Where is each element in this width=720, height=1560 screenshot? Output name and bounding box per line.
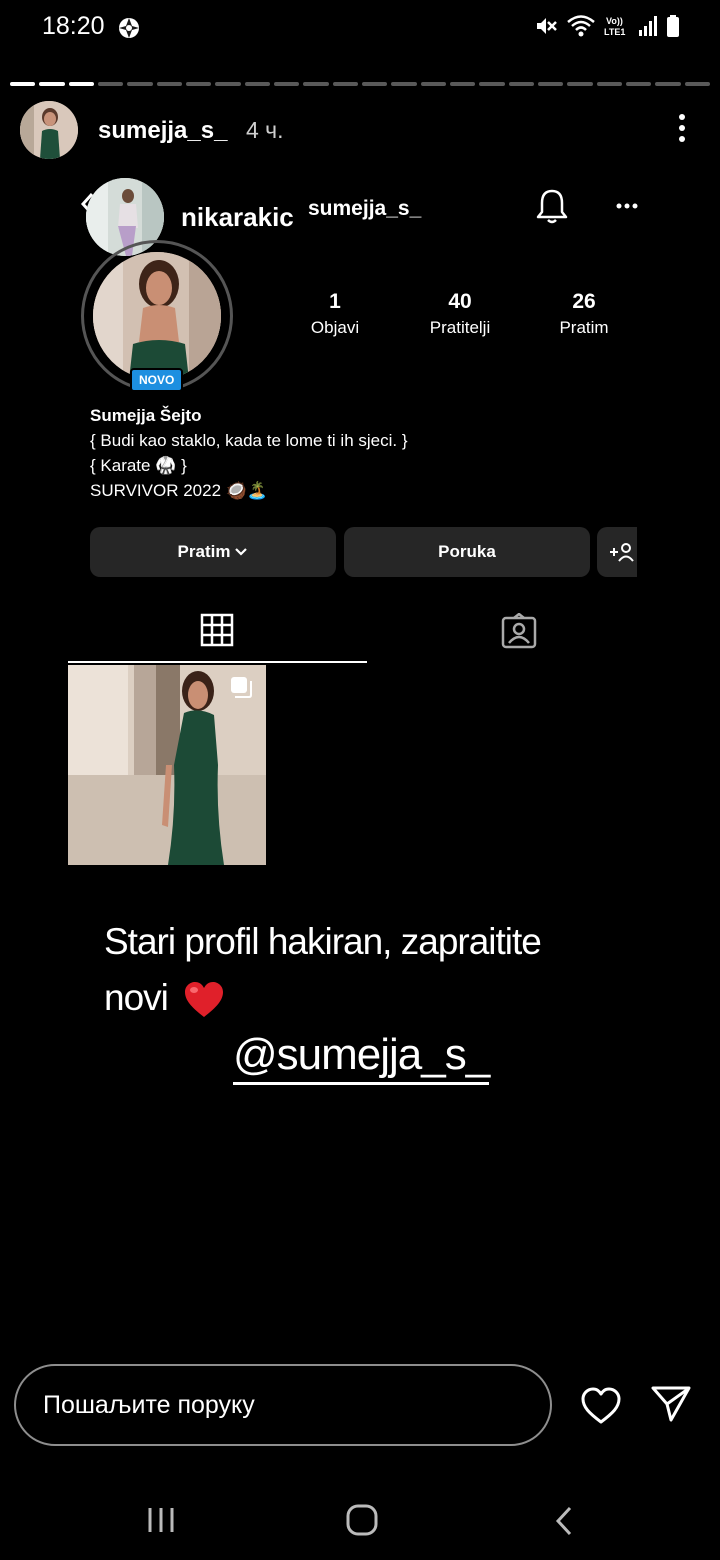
add-user-icon xyxy=(610,543,634,562)
stat-followers-value: 40 xyxy=(448,290,472,313)
progress-segment xyxy=(361,82,388,86)
progress-segment xyxy=(684,82,710,86)
progress-segment xyxy=(68,82,94,86)
story-avatar[interactable] xyxy=(20,101,78,159)
progress-segment xyxy=(156,82,182,86)
stat-posts-value: 1 xyxy=(329,290,341,313)
send-icon[interactable] xyxy=(651,1385,691,1423)
story-header: sumejja_s_ 4 ч. xyxy=(20,101,700,159)
signal-icon xyxy=(639,16,657,36)
story-time: 4 ч. xyxy=(246,117,284,143)
progress-segment xyxy=(479,82,505,86)
story-caption-line-2-wrap: novi xyxy=(104,970,584,1026)
stat-posts: 1 Objavi xyxy=(285,290,385,338)
volte-icon: Vo)) LTE1 xyxy=(604,16,625,37)
progress-segment xyxy=(10,82,36,86)
multiple-posts-icon xyxy=(231,677,252,698)
status-time: 18:20 xyxy=(42,12,105,40)
message-button-label: Poruka xyxy=(438,542,496,561)
progress-segment xyxy=(655,82,681,86)
story-username[interactable]: sumejja_s_ xyxy=(98,117,227,145)
new-badge: NOVO xyxy=(130,368,184,392)
story-caption-line-1: Stari profil hakiran, zapraitite xyxy=(104,921,542,962)
progress-segment xyxy=(508,82,534,86)
svg-text:LTE1: LTE1 xyxy=(604,27,625,37)
stat-posts-label: Objavi xyxy=(310,318,360,337)
stat-following-value: 26 xyxy=(572,290,596,313)
profile-handle: sumejja_s_ xyxy=(308,197,422,220)
wifi-icon xyxy=(567,15,595,37)
aperture-icon xyxy=(119,18,139,38)
viewer-handle: nikarakic xyxy=(181,202,294,232)
recents-icon[interactable] xyxy=(146,1506,176,1534)
mute-icon xyxy=(537,18,557,34)
progress-segment xyxy=(39,82,65,86)
svg-text:Vo)): Vo)) xyxy=(606,16,623,26)
back-icon[interactable] xyxy=(555,1506,573,1536)
battery-icon xyxy=(667,15,679,37)
tab-indicator xyxy=(68,661,367,663)
progress-segment xyxy=(127,82,153,86)
stat-following: 26 Pratim xyxy=(534,290,634,338)
stat-followers-label: Pratitelji xyxy=(429,318,491,337)
following-button: Pratim xyxy=(90,527,336,577)
progress-segment xyxy=(215,82,241,86)
message-button: Poruka xyxy=(344,527,590,577)
heart-emoji xyxy=(185,982,224,1018)
home-icon[interactable] xyxy=(346,1504,378,1536)
bio-line-3: SURVIVOR 2022 🥥🏝️ xyxy=(90,481,269,500)
profile-name: Sumejja Šejto xyxy=(90,406,202,425)
progress-segment xyxy=(420,82,446,86)
progress-segment xyxy=(185,82,212,86)
tagged-icon xyxy=(501,613,537,649)
story-caption: Stari profil hakiran, zapraitite novi xyxy=(104,914,584,1026)
profile-bio: Sumejja Šejto { Budi kao staklo, kada te… xyxy=(90,403,408,503)
mention-sticker[interactable]: @sumejja_s_ xyxy=(233,1030,490,1085)
stat-followers: 40 Pratitelji xyxy=(410,290,510,338)
progress-segment xyxy=(391,82,417,86)
status-icons: Vo)) LTE1 xyxy=(534,14,680,38)
heart-icon[interactable] xyxy=(580,1387,622,1425)
more-vertical-icon[interactable] xyxy=(678,113,686,143)
bell-icon xyxy=(536,189,568,224)
status-bar: 18:20 Vo)) LTE1 xyxy=(0,0,720,56)
story-caption-line-2: novi xyxy=(104,977,169,1018)
progress-segment xyxy=(537,82,564,86)
post-thumbnail xyxy=(68,665,266,865)
bio-line-1: { Budi kao staklo, kada te lome ti ih sj… xyxy=(90,431,408,450)
story-progress-bar xyxy=(10,82,710,86)
following-button-label: Pratim xyxy=(177,542,231,561)
chevron-down-icon xyxy=(235,548,248,556)
progress-segment xyxy=(449,82,476,86)
reply-placeholder: Пошаљите поруку xyxy=(43,1390,255,1419)
profile-picture xyxy=(93,252,221,380)
progress-segment xyxy=(303,82,329,86)
progress-segment xyxy=(596,82,622,86)
reply-message-input[interactable]: Пошаљите поруку xyxy=(14,1364,552,1446)
progress-segment xyxy=(332,82,358,86)
bio-line-2: { Karate 🥋 } xyxy=(90,456,187,475)
progress-segment xyxy=(625,82,652,86)
more-horizontal-icon xyxy=(616,203,638,209)
progress-segment xyxy=(244,82,270,86)
add-user-button xyxy=(597,527,637,577)
progress-segment xyxy=(97,82,124,86)
stat-following-label: Pratim xyxy=(559,318,609,337)
progress-segment xyxy=(273,82,300,86)
grid-icon xyxy=(200,613,234,647)
progress-segment xyxy=(567,82,593,86)
